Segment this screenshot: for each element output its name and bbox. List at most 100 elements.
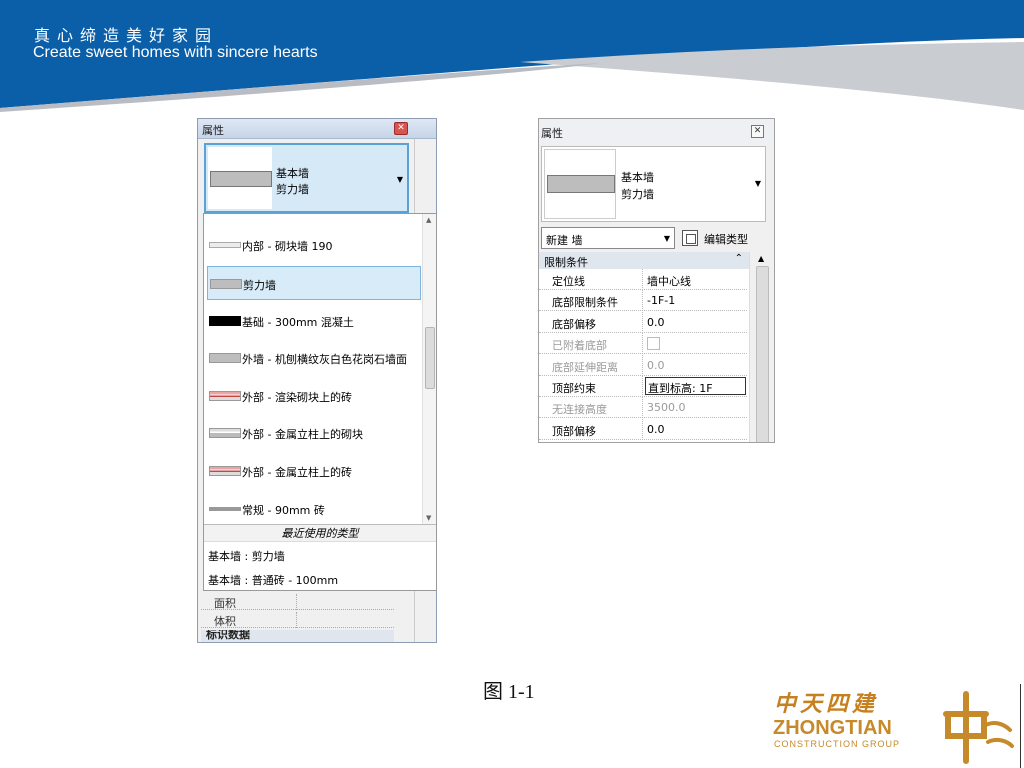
property-key: 底部限制条件 xyxy=(552,296,618,310)
collapse-icon[interactable]: ⌃ xyxy=(735,253,743,264)
dropdown-item-label: 内部 - 砌块墙 190 xyxy=(242,240,333,253)
section-title: 标识数据 xyxy=(206,630,250,641)
window-title: 属性 xyxy=(202,124,224,137)
property-value-editor[interactable]: 直到标高: 1F xyxy=(645,377,746,395)
dropdown-item-label: 常规 - 90mm 砖 xyxy=(242,504,325,517)
wall-swatch-icon xyxy=(209,507,241,511)
property-row[interactable]: 底部延伸距离 0.0 xyxy=(539,354,747,376)
property-key: 无连接高度 xyxy=(552,403,607,417)
type-family: 基本墙 xyxy=(276,167,309,180)
company-logo: 中天四建 ZHONGTIAN CONSTRUCTION GROUP xyxy=(768,684,1024,768)
slogan-english: Create sweet homes with sincere hearts xyxy=(33,44,318,61)
scroll-up-icon[interactable]: ▲ xyxy=(426,216,431,224)
dropdown-item[interactable]: 常规 - 90mm 砖 xyxy=(207,492,421,526)
instance-filter-select[interactable]: 新建 墙 ▼ xyxy=(541,227,675,249)
window-titlebar: 属性 ✕ xyxy=(198,119,436,139)
close-icon[interactable]: ✕ xyxy=(394,122,408,135)
dropdown-item[interactable]: 外部 - 金属立柱上的砌块 xyxy=(207,416,421,450)
header-banner: 真心缔造美好家园 Create sweet homes with sincere… xyxy=(0,0,1024,115)
property-row[interactable]: 定位线 墙中心线 xyxy=(539,269,747,290)
collapse-icon[interactable]: ^ xyxy=(378,630,386,636)
chevron-down-icon[interactable]: ▼ xyxy=(397,175,403,184)
wall-swatch-icon xyxy=(209,316,241,326)
property-row[interactable]: 体积 xyxy=(201,612,394,628)
type-name: 剪力墙 xyxy=(276,183,309,196)
property-row[interactable]: 底部偏移 0.0 xyxy=(539,311,747,333)
property-key: 已附着底部 xyxy=(552,339,607,353)
dropdown-item-label: 剪力墙 xyxy=(243,279,276,292)
property-key: 体积 xyxy=(214,615,236,628)
type-preview xyxy=(208,147,272,209)
recent-type-item[interactable]: 基本墙 : 剪力墙 xyxy=(208,548,285,564)
dropdown-item[interactable]: 外部 - 金属立柱上的砖 xyxy=(207,454,421,488)
property-value[interactable]: -1F-1 xyxy=(647,294,675,307)
property-row[interactable]: 底部限制条件 -1F-1 xyxy=(539,290,747,312)
property-row[interactable]: 顶部偏移 0.0 xyxy=(539,418,747,440)
scroll-thumb[interactable] xyxy=(425,327,435,389)
dropdown-item-label: 基础 - 300mm 混凝土 xyxy=(242,316,354,329)
property-value[interactable]: 0.0 xyxy=(647,316,665,329)
type-family: 基本墙 xyxy=(621,171,654,184)
property-row[interactable]: 面积 xyxy=(201,594,394,610)
logo-calligraphy-mark xyxy=(943,691,1014,764)
recent-types-header: 最近使用的类型 xyxy=(204,524,436,542)
property-key: 面积 xyxy=(214,597,236,610)
wall-swatch-icon xyxy=(209,353,241,363)
dropdown-item[interactable]: 剪力墙 xyxy=(207,266,421,300)
property-row[interactable]: 已附着底部 xyxy=(539,333,747,355)
type-preview xyxy=(544,149,616,219)
type-selector[interactable]: 基本墙 剪力墙 ▼ xyxy=(541,146,766,222)
logo-chinese-name: 中天四建 xyxy=(774,691,879,717)
window-title: 属性 xyxy=(541,127,563,140)
dropdown-item-label: 外墙 - 机刨横纹灰白色花岗石墙面 xyxy=(242,353,407,366)
scroll-up-icon[interactable]: ▲ xyxy=(758,254,764,263)
dropdown-item-label: 外部 - 金属立柱上的砖 xyxy=(242,466,352,479)
property-value[interactable]: 3500.0 xyxy=(647,401,686,414)
recent-type-item[interactable]: 基本墙 : 普通砖 - 100mm xyxy=(208,572,338,588)
type-dropdown-list[interactable]: 内部 - 砌块墙 190 剪力墙基础 - 300mm 混凝土外墙 - 机刨横纹灰白… xyxy=(203,213,437,591)
section-title: 限制条件 xyxy=(544,256,588,269)
instance-filter-value: 新建 墙 xyxy=(546,234,583,247)
dropdown-item-label: 外部 - 金属立柱上的砌块 xyxy=(242,428,363,441)
dropdown-scrollbar[interactable]: ▲ ▼ xyxy=(422,214,436,524)
dropdown-items: 内部 - 砌块墙 190 剪力墙基础 - 300mm 混凝土外墙 - 机刨横纹灰白… xyxy=(204,214,424,524)
window-titlebar: 属性 ✕ xyxy=(539,119,774,143)
dropdown-item[interactable]: 基础 - 300mm 混凝土 xyxy=(207,304,421,338)
dropdown-item[interactable]: 外部 - 渲染砌块上的砖 xyxy=(207,379,421,413)
wall-swatch-icon xyxy=(209,391,241,401)
property-key: 底部偏移 xyxy=(552,317,596,331)
property-value[interactable]: 0.0 xyxy=(647,359,665,372)
dropdown-item[interactable]: 内部 - 砌块墙 190 xyxy=(207,228,421,262)
section-header[interactable]: 标识数据 ^ xyxy=(201,630,394,642)
property-key: 顶部偏移 xyxy=(552,424,596,438)
chevron-down-icon[interactable]: ▼ xyxy=(664,234,670,243)
wall-swatch-icon xyxy=(209,242,241,248)
property-row[interactable]: 无连接高度 3500.0 xyxy=(539,397,747,419)
property-key: 底部延伸距离 xyxy=(552,360,618,374)
type-selector[interactable]: 基本墙 剪力墙 ▼ xyxy=(204,143,409,213)
edit-type-icon xyxy=(682,230,698,246)
grid-scrollbar[interactable]: ▲ xyxy=(749,252,774,442)
attach-checkbox[interactable] xyxy=(647,337,660,351)
property-key: 顶部约束 xyxy=(552,382,596,395)
dropdown-item[interactable]: 外墙 - 机刨横纹灰白色花岗石墙面 xyxy=(207,341,421,375)
slogan-chinese: 真心缔造美好家园 xyxy=(34,26,219,45)
wall-swatch-icon xyxy=(210,279,242,289)
scroll-thumb[interactable] xyxy=(756,266,769,442)
chevron-down-icon[interactable]: ▼ xyxy=(755,179,761,188)
edit-type-label: 编辑类型 xyxy=(704,233,748,246)
properties-window-right: 属性 ✕ 基本墙 剪力墙 ▼ 新建 墙 ▼ 编辑类型 限制条件 ⌃ 定位线 墙中心… xyxy=(538,118,775,443)
properties-grid: 限制条件 ⌃ 定位线 墙中心线 底部限制条件 -1F-1 底部偏移 0.0 已附着底部 底部延… xyxy=(539,252,749,442)
logo-divider xyxy=(1020,684,1021,768)
property-value[interactable]: 0.0 xyxy=(647,423,665,436)
figure-caption: 图 1-1 xyxy=(483,681,535,703)
property-key: 定位线 xyxy=(552,275,585,288)
dropdown-item-label: 外部 - 渲染砌块上的砖 xyxy=(242,391,352,404)
type-name: 剪力墙 xyxy=(621,188,654,201)
property-value[interactable]: 墙中心线 xyxy=(647,273,691,289)
scroll-down-icon[interactable]: ▼ xyxy=(426,514,431,522)
close-icon[interactable]: ✕ xyxy=(751,125,764,138)
property-row[interactable]: 顶部约束 直到标高: 1F xyxy=(539,376,747,397)
section-header[interactable]: 限制条件 ⌃ xyxy=(539,252,749,269)
logo-subtitle: CONSTRUCTION GROUP xyxy=(774,739,900,749)
